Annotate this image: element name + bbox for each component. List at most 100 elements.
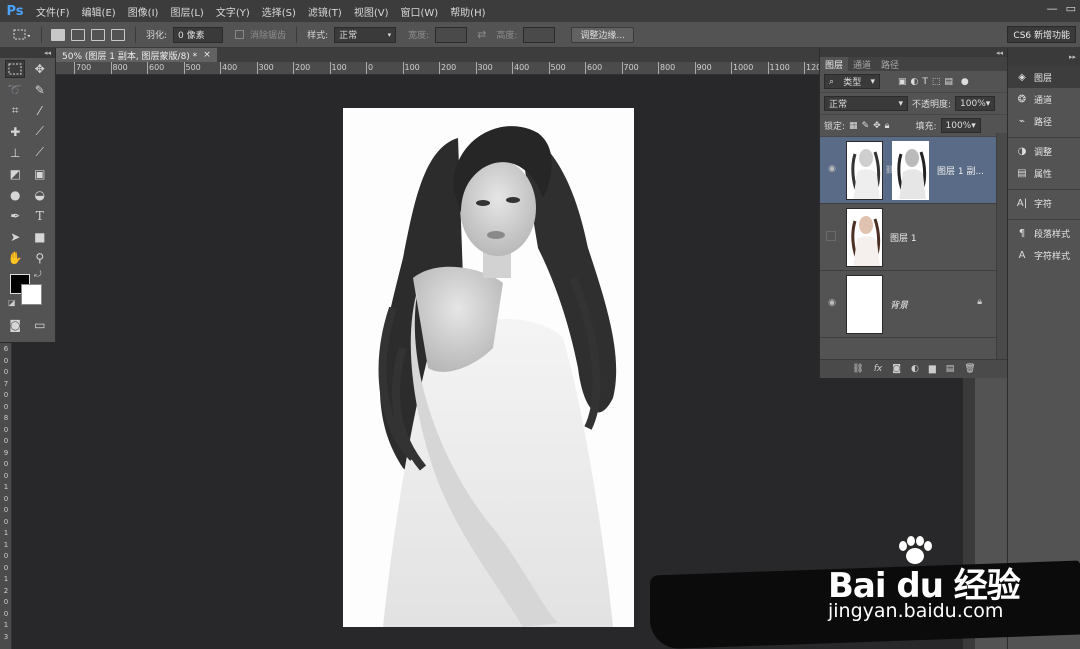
crop-tool-icon[interactable]: ⌗ (5, 102, 25, 120)
pen-tool-icon[interactable]: ✒ (5, 207, 25, 225)
subtract-selection-icon[interactable] (91, 28, 105, 41)
menu-type[interactable]: 文字(Y) (210, 4, 256, 19)
menu-image[interactable]: 图像(I) (122, 4, 165, 19)
add-mask-icon[interactable]: ◙ (892, 364, 901, 374)
filter-adjustment-icon[interactable]: ◐ (911, 77, 919, 87)
add-selection-icon[interactable] (71, 28, 85, 41)
layer-filter-select[interactable]: ⌕ 类型 ▾ (824, 74, 880, 89)
marquee-preset-icon[interactable] (10, 27, 32, 43)
lock-all-icon[interactable]: 🔒︎ (885, 121, 890, 131)
new-adjustment-icon[interactable]: ◐ (911, 364, 919, 374)
gradient-tool-icon[interactable]: ▣ (30, 165, 50, 183)
new-group-icon[interactable]: ▆ (929, 364, 936, 374)
layer-name[interactable]: 背景 (890, 298, 908, 311)
filter-pixel-icon[interactable]: ▣ (898, 77, 907, 87)
anti-alias-checkbox[interactable] (235, 30, 245, 39)
filter-toggle-icon[interactable]: ● (961, 77, 969, 87)
blend-mode-select[interactable]: 正常 ▾ (824, 96, 908, 111)
type-tool-icon[interactable]: T (30, 207, 50, 225)
eraser-tool-icon[interactable]: ◩ (5, 165, 25, 183)
lock-image-icon[interactable]: ✎ (862, 121, 870, 131)
height-input[interactable] (523, 26, 556, 43)
restore-button[interactable]: ▭ (1066, 2, 1076, 15)
lasso-tool-icon[interactable]: ➰ (5, 81, 25, 99)
dock-item-character-styles[interactable]: A 字符样式 (1008, 244, 1080, 266)
healing-brush-tool-icon[interactable]: ✚ (5, 123, 25, 141)
eye-icon[interactable]: ◉ (826, 298, 838, 308)
hand-tool-icon[interactable]: ✋ (5, 249, 25, 267)
fill-input[interactable]: 100% ▾ (940, 118, 981, 133)
dodge-tool-icon[interactable]: ◒ (30, 186, 50, 204)
menu-edit[interactable]: 编辑(E) (76, 4, 122, 19)
dock-item-character[interactable]: A| 字符 (1008, 192, 1080, 214)
layer-mask-thumbnail[interactable] (892, 141, 929, 200)
dock-item-paths[interactable]: ⌁ 路径 (1008, 110, 1080, 132)
menu-select[interactable]: 选择(S) (256, 4, 302, 19)
menu-window[interactable]: 窗口(W) (394, 4, 444, 19)
brush-tool-icon[interactable]: ⟋ (30, 123, 50, 141)
dock-item-paragraph-styles[interactable]: ¶ 段落样式 (1008, 222, 1080, 244)
document-tab[interactable]: 50% (图层 1 副本, 图层蒙版/8) * × (56, 48, 217, 62)
eye-hidden-icon[interactable] (826, 231, 836, 241)
layer-row[interactable]: ◉ 背景 🔒︎ (820, 271, 996, 338)
toolbox-collapse-icon[interactable]: ◂◂ (0, 48, 55, 58)
new-selection-icon[interactable] (51, 28, 65, 41)
dock-item-channels[interactable]: ❂ 通道 (1008, 88, 1080, 110)
panel-collapse-icon[interactable]: ◂◂ (820, 48, 1007, 57)
intersect-selection-icon[interactable] (111, 28, 125, 41)
lock-transparent-icon[interactable]: ▦ (849, 121, 858, 131)
menu-file[interactable]: 文件(F) (30, 4, 76, 19)
ruler-tick-label: 200 (295, 63, 311, 72)
dock-item-properties[interactable]: ▤ 属性 (1008, 162, 1080, 184)
close-icon[interactable]: × (203, 50, 211, 60)
dock-item-layers[interactable]: ◈ 图层 (1008, 66, 1080, 88)
refine-edge-button[interactable]: 调整边缘... (571, 26, 635, 43)
layer-row[interactable]: 图层 1 (820, 204, 996, 271)
feather-input[interactable]: 0 像素 (173, 26, 224, 43)
rect-marquee-tool-icon[interactable] (5, 59, 26, 78)
menu-view[interactable]: 视图(V) (348, 4, 395, 19)
background-color-swatch[interactable] (21, 284, 42, 305)
menu-help[interactable]: 帮助(H) (444, 4, 491, 19)
minimize-button[interactable]: — (1047, 2, 1058, 15)
path-select-tool-icon[interactable]: ➤ (5, 228, 25, 246)
workspace-switcher[interactable]: CS6 新增功能 (1007, 26, 1076, 43)
link-layers-icon[interactable]: ⛓ (852, 364, 863, 374)
quick-mask-icon[interactable]: ◙ (5, 316, 25, 334)
shape-tool-icon[interactable]: ■ (30, 228, 50, 246)
menu-layer[interactable]: 图层(L) (164, 4, 209, 19)
filter-shape-icon[interactable]: ⬚ (932, 77, 941, 87)
quick-select-tool-icon[interactable]: ✎ (30, 81, 50, 99)
history-brush-tool-icon[interactable]: ⟋ (30, 144, 50, 162)
layer-row[interactable]: ◉ ⛓ 图层 1 副... (820, 137, 996, 204)
new-layer-icon[interactable]: ▤ (946, 364, 955, 374)
tab-layers[interactable]: 图层 (820, 57, 849, 71)
screen-mode-icon[interactable]: ▭ (30, 316, 50, 334)
layers-scrollbar[interactable] (996, 133, 1007, 373)
trash-icon[interactable]: 🗑︎ (964, 364, 975, 374)
lock-position-icon[interactable]: ✥ (873, 121, 881, 131)
tab-channels[interactable]: 通道 (848, 57, 876, 71)
blur-tool-icon[interactable]: ● (5, 186, 25, 204)
menu-filter[interactable]: 滤镜(T) (302, 4, 348, 19)
clone-stamp-tool-icon[interactable]: ⊥ (5, 144, 25, 162)
filter-smart-object-icon[interactable]: ▤ (944, 77, 953, 87)
dock-item-adjustments[interactable]: ◑ 调整 (1008, 140, 1080, 162)
eye-icon[interactable]: ◉ (826, 164, 838, 174)
swap-dimensions-icon[interactable]: ⇄ (477, 28, 486, 41)
fx-icon[interactable]: fx (874, 364, 883, 374)
eyedropper-tool-icon[interactable]: ⁄ (30, 102, 50, 120)
opacity-input[interactable]: 100% ▾ (955, 96, 996, 111)
default-colors-icon[interactable]: ◪ (8, 298, 16, 307)
filter-type-icon[interactable]: T (922, 77, 928, 87)
fill-value: 100% (945, 120, 972, 131)
width-input[interactable] (435, 26, 468, 43)
zoom-tool-icon[interactable]: ⚲ (30, 249, 50, 267)
swap-colors-icon[interactable]: ⤾ (34, 270, 42, 280)
dock-expand-icon[interactable]: ▸▸ (1008, 48, 1080, 66)
tab-paths[interactable]: 路径 (876, 57, 904, 71)
style-select[interactable]: 正常 ▾ (334, 26, 397, 43)
move-tool-icon[interactable]: ✥ (30, 60, 50, 78)
layer-name[interactable]: 图层 1 副... (937, 164, 984, 177)
layer-name[interactable]: 图层 1 (890, 231, 917, 244)
